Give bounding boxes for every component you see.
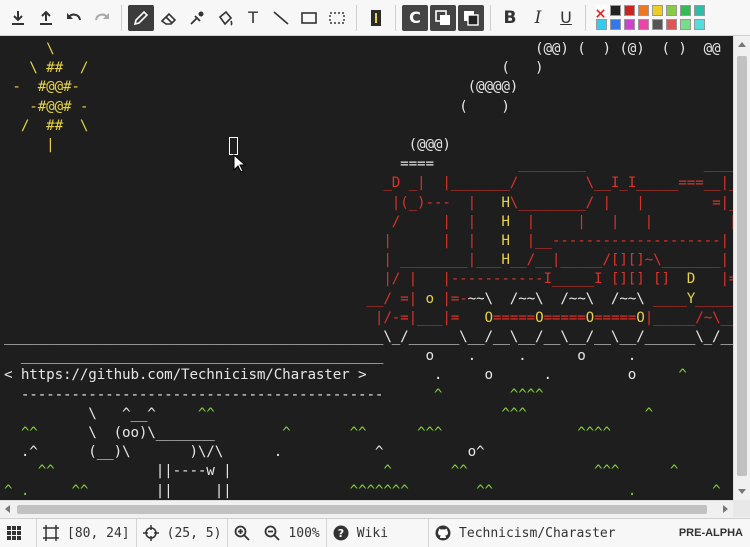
toolbar-divider xyxy=(395,4,396,31)
mode-c-button[interactable]: C xyxy=(402,4,428,31)
rectangle-tool-button[interactable] xyxy=(296,5,322,31)
scroll-down-icon[interactable] xyxy=(738,489,746,494)
color-swatch[interactable] xyxy=(610,5,621,16)
color-swatch[interactable] xyxy=(666,19,677,30)
wiki-label: Wiki xyxy=(356,525,389,541)
scroll-up-icon[interactable] xyxy=(738,42,746,47)
repo-label: Technicism/Charaster xyxy=(459,525,616,541)
toolbar: T C B I U xyxy=(0,0,750,36)
color-swatch[interactable] xyxy=(694,19,705,30)
export-button[interactable] xyxy=(5,5,31,31)
eraser-icon xyxy=(160,12,177,25)
app-window: T C B I U \ (@@) () (@) () @@ \ ## / (… xyxy=(0,0,750,547)
redo-icon xyxy=(95,12,109,20)
status-bar: [80, 24] (25, 5) 100% ? Wiki Technicism/… xyxy=(0,518,750,547)
zoom-in-icon xyxy=(235,525,251,541)
close-icon xyxy=(596,9,605,18)
rectangle-icon xyxy=(301,11,317,24)
vertical-scrollbar[interactable] xyxy=(733,36,750,500)
italic-button[interactable]: I xyxy=(525,5,551,31)
fill-tool-button[interactable] xyxy=(212,5,238,31)
import-icon xyxy=(40,10,52,25)
toolbar-divider xyxy=(585,4,586,31)
zoom-out-icon xyxy=(265,525,281,541)
cursor-position: (25, 5) xyxy=(137,519,228,547)
eyedropper-tool-button[interactable] xyxy=(184,5,210,31)
toolbar-divider xyxy=(356,4,357,31)
line-tool-button[interactable] xyxy=(268,5,294,31)
text-tool-button[interactable]: T xyxy=(240,5,266,31)
bold-button[interactable]: B xyxy=(497,5,523,31)
vertical-scroll-thumb[interactable] xyxy=(737,56,747,476)
color-swatch[interactable] xyxy=(680,19,691,30)
help-icon: ? xyxy=(333,525,349,541)
canvas-size[interactable]: [80, 24] xyxy=(37,519,136,547)
undo-icon xyxy=(67,12,81,20)
export-icon xyxy=(12,10,24,25)
color-swatch[interactable] xyxy=(638,5,649,16)
color-swatch[interactable] xyxy=(610,19,621,30)
horizontal-scrollbar[interactable] xyxy=(0,500,733,517)
toolbar-divider xyxy=(121,4,122,31)
cursor-position-label: (25, 5) xyxy=(166,525,222,541)
scroll-right-icon[interactable] xyxy=(723,505,728,513)
zoom-in-button[interactable] xyxy=(228,519,264,547)
scrollbar-corner xyxy=(733,500,750,517)
grid-toggle-button[interactable] xyxy=(0,519,36,547)
fill-bucket-icon xyxy=(218,10,233,26)
clear-color-swatch[interactable] xyxy=(596,5,607,18)
crosshair-icon xyxy=(142,525,159,541)
color-swatch[interactable] xyxy=(666,5,677,16)
scroll-left-icon[interactable] xyxy=(5,505,10,513)
underline-button[interactable]: U xyxy=(553,5,579,31)
character-preview-icon xyxy=(371,9,381,26)
overlay-mode-button[interactable] xyxy=(430,4,456,31)
color-swatch[interactable] xyxy=(624,5,635,16)
grid-icon xyxy=(7,526,21,540)
zoom-out-button[interactable]: 100% xyxy=(264,519,325,547)
undo-button[interactable] xyxy=(61,5,87,31)
pencil-tool-button[interactable] xyxy=(128,4,154,31)
import-button[interactable] xyxy=(33,5,59,31)
color-swatch[interactable] xyxy=(694,5,705,16)
selection-icon xyxy=(329,11,345,24)
stack-mode-button[interactable] xyxy=(458,4,484,31)
color-swatch[interactable] xyxy=(652,19,663,30)
svg-text:?: ? xyxy=(338,527,344,540)
resize-icon xyxy=(43,525,59,541)
color-swatch[interactable] xyxy=(596,19,607,30)
color-palette xyxy=(596,5,705,30)
grid-size-label: [80, 24] xyxy=(67,525,130,541)
url-banner: < https://github.com/Technicism/Charaste… xyxy=(4,367,367,384)
color-swatch[interactable] xyxy=(638,19,649,30)
drawing-canvas[interactable]: \ (@@) ( ) (@) ( ) @@ ( \ ## / ( ) - #@@… xyxy=(0,36,733,500)
horizontal-scroll-thumb[interactable] xyxy=(17,505,707,514)
mouse-pointer-icon xyxy=(233,154,247,173)
color-swatch[interactable] xyxy=(680,5,691,16)
github-link[interactable]: Technicism/Charaster xyxy=(429,519,622,547)
line-icon xyxy=(273,10,289,25)
github-icon xyxy=(435,525,451,541)
toolbar-divider xyxy=(490,4,491,31)
zoom-level: 100% xyxy=(288,525,320,541)
select-tool-button[interactable] xyxy=(324,5,350,31)
version-badge: PRE-ALPHA xyxy=(678,527,743,539)
pencil-icon xyxy=(133,10,149,25)
stack-icon xyxy=(464,10,479,26)
text-cursor xyxy=(229,137,238,155)
wiki-link[interactable]: ? Wiki xyxy=(327,519,394,547)
character-button[interactable] xyxy=(363,5,389,31)
color-swatch[interactable] xyxy=(652,5,663,16)
redo-button[interactable] xyxy=(89,5,115,31)
ascii-art: \ (@@) ( ) (@) ( ) @@ ( \ ## / ( ) - #@@… xyxy=(4,41,733,499)
eyedropper-icon xyxy=(190,11,204,25)
eraser-tool-button[interactable] xyxy=(156,5,182,31)
color-swatch[interactable] xyxy=(624,19,635,30)
overlay-icon xyxy=(435,9,450,25)
